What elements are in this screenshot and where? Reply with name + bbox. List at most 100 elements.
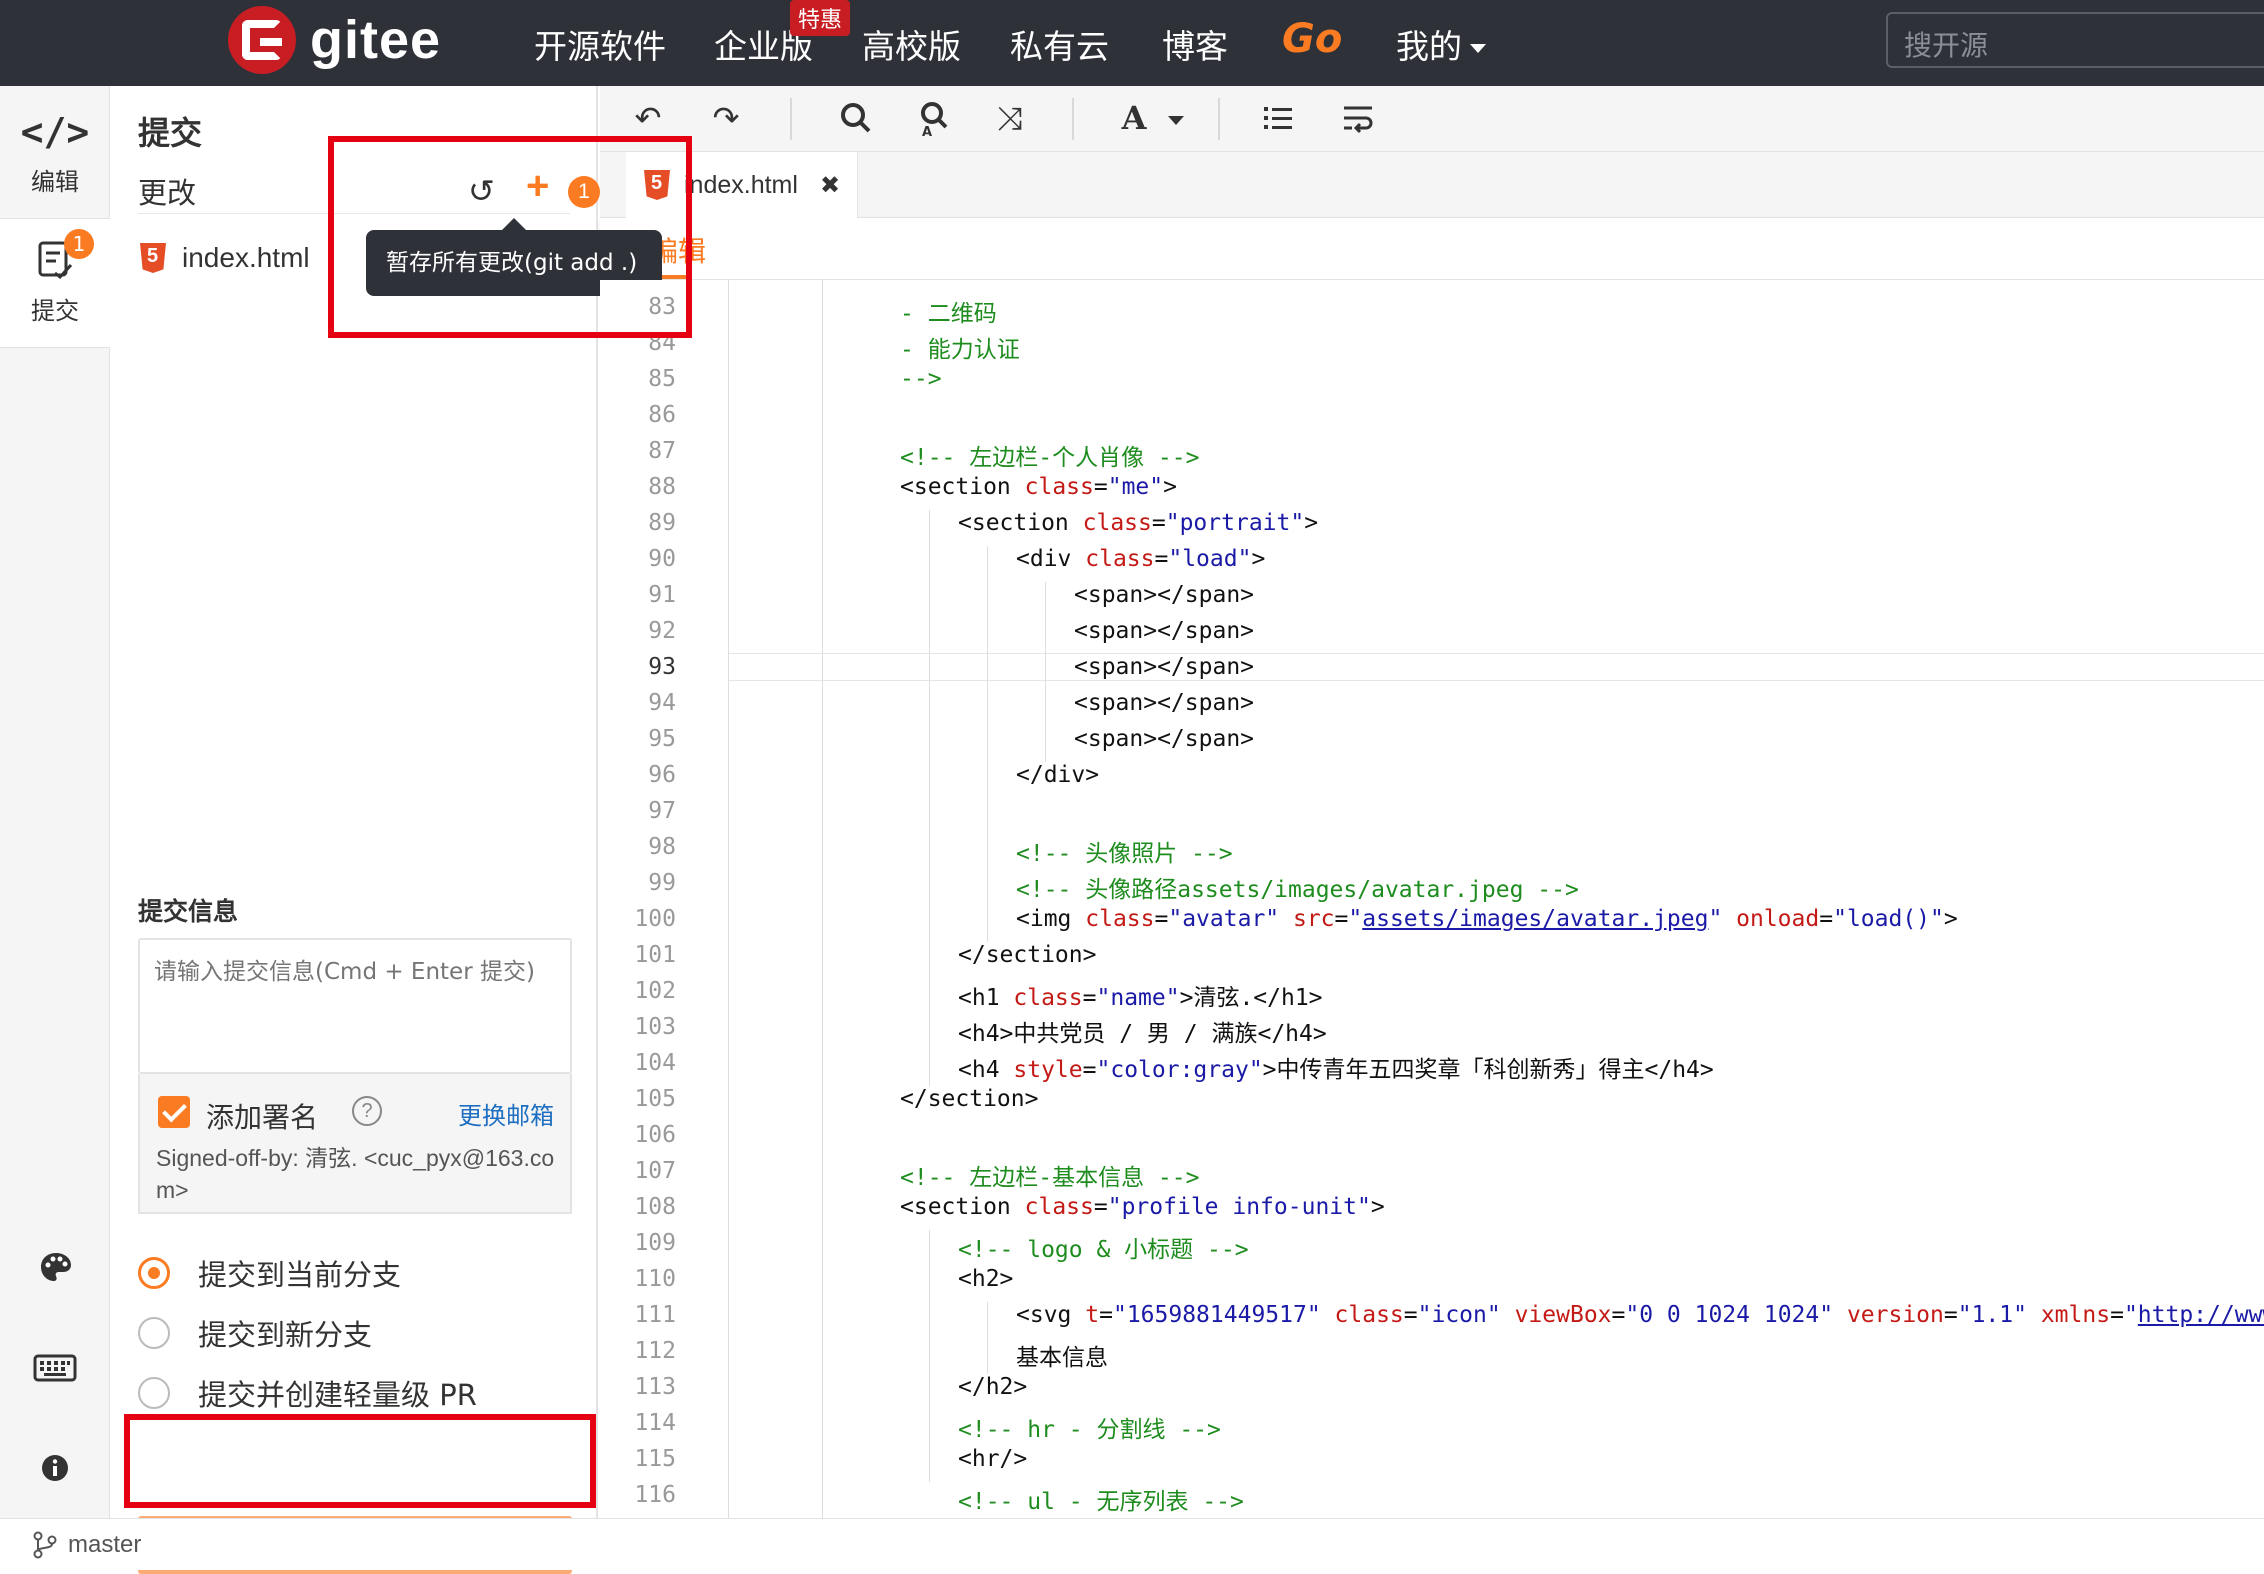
code-line: <h2> (958, 1266, 1013, 1292)
help-icon[interactable]: ? (352, 1096, 382, 1126)
gitee-logo[interactable]: gitee (228, 6, 441, 74)
editor-tabbar: index.html ✖ (600, 152, 2264, 218)
change-email-link[interactable]: 更换邮箱 (458, 1096, 554, 1131)
changes-count-badge: 1 (568, 176, 600, 208)
radio-new-branch[interactable]: 提交到新分支 (138, 1312, 372, 1354)
undo-icon[interactable]: ↶ (628, 98, 668, 138)
signed-off-text: Signed-off-by: 清弦. <cuc_pyx@163.com> (156, 1145, 555, 1203)
code-token: <!-- 左边栏-个人肖像 --> (900, 445, 1200, 471)
radio-label: 提交到新分支 (198, 1318, 373, 1352)
tab-index-html[interactable]: index.html ✖ (626, 152, 858, 218)
commit-message-input[interactable] (138, 938, 572, 1074)
code-token: = (1403, 1302, 1418, 1328)
radio-button-selected[interactable] (138, 1257, 170, 1289)
code-token: <section (900, 474, 1025, 500)
code-line: <span></span> (1074, 618, 1254, 644)
shuffle-icon[interactable]: ⤨ (990, 98, 1030, 138)
line-number: 92 (648, 618, 676, 644)
code-line: </div> (1016, 762, 1099, 788)
code-line: <!-- 左边栏-基本信息 --> (900, 1158, 1199, 1192)
chevron-down-icon[interactable] (1168, 116, 1184, 125)
search-input[interactable]: 搜开源 (1886, 12, 2264, 68)
info-icon[interactable] (40, 1450, 70, 1486)
code-token: http://www.w3.org/2000/svg (2137, 1302, 2264, 1328)
line-number: 94 (648, 690, 676, 716)
gitee-logo-icon (228, 6, 296, 74)
line-number: 115 (634, 1446, 676, 1472)
code-token: class (1082, 510, 1152, 536)
nav-private-cloud[interactable]: 私有云 (1010, 20, 1109, 68)
radio-current-branch[interactable]: 提交到当前分支 (138, 1252, 401, 1294)
line-number: 90 (648, 546, 676, 572)
code-token: = (1154, 546, 1169, 572)
code-token: class (1024, 1194, 1094, 1220)
code-token: "name" (1096, 985, 1180, 1011)
code-token: <h2> (958, 1266, 1014, 1292)
commit-panel: 提交 更改 ↺ + 1 index.html 提交信息 添加署名 ? 更换邮箱 … (110, 86, 600, 1574)
changes-label: 更改 (138, 176, 197, 210)
code-token: <h4>中共党员 / 男 / 满族</h4> (958, 1021, 1327, 1047)
line-number: 114 (634, 1410, 676, 1436)
signoff-label: 添加署名 (206, 1101, 319, 1134)
code-token: t (1085, 1302, 1100, 1328)
branch-name[interactable]: master (68, 1531, 141, 1559)
indent-guide (987, 1302, 988, 1374)
code-token: > (1304, 510, 1319, 536)
discard-all-icon[interactable]: ↺ (468, 172, 495, 210)
code-editor[interactable]: 83 - 二维码 84 - 能力认证 85 --> 86 87 <!-- 左边栏-个人肖像 --… (600, 280, 2264, 1518)
line-number: 105 (634, 1086, 676, 1112)
line-number: 109 (634, 1230, 676, 1256)
commit-count-badge: 1 (64, 229, 94, 259)
activity-commit[interactable]: 1 提交 (0, 218, 110, 348)
nav-blog[interactable]: 博客 (1162, 20, 1228, 68)
code-token: <section (958, 510, 1083, 536)
nav-mine[interactable]: 我的 (1396, 20, 1486, 68)
activity-commit-label: 提交 (31, 297, 79, 325)
code-line: <!-- 左边栏-个人肖像 --> (900, 438, 1199, 472)
code-token: = (1943, 1302, 1958, 1328)
word-wrap-icon[interactable] (1338, 98, 1378, 138)
stage-all-icon[interactable]: + (526, 164, 549, 209)
nav-university[interactable]: 高校版 (862, 20, 961, 68)
line-number: 88 (648, 474, 676, 500)
line-number: 91 (648, 582, 676, 608)
code-token: </section> (900, 1086, 1039, 1112)
code-token: style (1013, 1057, 1083, 1083)
code-line: <h1 class="name">清弦.</h1> (958, 978, 1323, 1012)
code-token: "profile info-unit" (1107, 1194, 1371, 1220)
status-bar: master (0, 1518, 2264, 1570)
activity-edit[interactable]: </> 编辑 (0, 110, 110, 220)
code-token: " (1348, 906, 1363, 932)
code-token: "load()" (1833, 906, 1944, 932)
search-icon[interactable] (836, 98, 876, 138)
radio-button[interactable] (138, 1377, 170, 1409)
list-icon[interactable] (1258, 98, 1298, 138)
nav-go[interactable]: Go (1282, 16, 1342, 62)
nav-mine-label: 我的 (1396, 27, 1462, 66)
font-size-icon[interactable]: A (1114, 98, 1154, 138)
palette-icon[interactable] (38, 1250, 74, 1286)
code-line: - 能力认证 (900, 330, 1020, 364)
code-token: class (1013, 985, 1083, 1011)
code-token: = (2110, 1302, 2124, 1328)
keyboard-icon[interactable] (33, 1350, 77, 1386)
find-replace-icon[interactable]: A (914, 98, 954, 138)
radio-button[interactable] (138, 1317, 170, 1349)
close-icon[interactable]: ✖ (820, 171, 840, 200)
code-token: <div (1016, 546, 1086, 572)
radio-create-pr[interactable]: 提交并创建轻量级 PR (138, 1372, 477, 1414)
code-token: = (1093, 1194, 1108, 1220)
changed-file-item[interactable]: index.html (140, 242, 310, 274)
redo-icon[interactable]: ↷ (706, 98, 746, 138)
signoff-checkbox[interactable] (158, 1096, 190, 1128)
code-token: --> (900, 366, 942, 392)
code-token: > (1370, 1194, 1385, 1220)
code-token: class (1085, 906, 1155, 932)
activity-edit-label: 编辑 (31, 168, 79, 196)
line-number: 106 (634, 1122, 676, 1148)
indent-guide (1045, 582, 1046, 762)
nav-open-source[interactable]: 开源软件 (534, 20, 666, 68)
line-number: 102 (634, 978, 676, 1004)
code-token: <h4 (958, 1057, 1014, 1083)
code-token: = (1154, 906, 1169, 932)
